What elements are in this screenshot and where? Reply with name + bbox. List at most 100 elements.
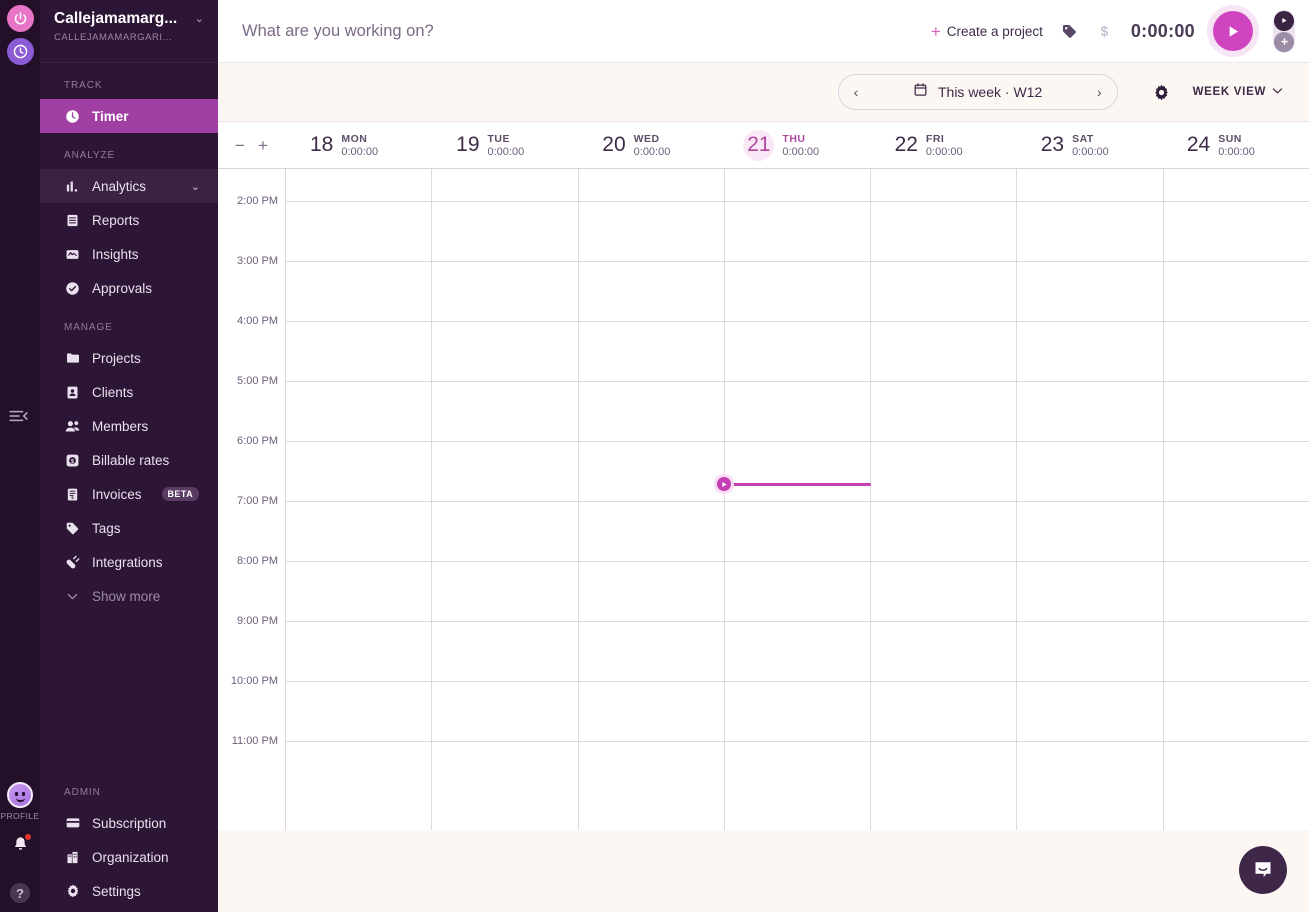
week-navigator: ‹ This week · W12 › <box>837 74 1118 110</box>
timer-bar: + Create a project $ 0:00:00 <box>218 0 1309 63</box>
task-description-input[interactable] <box>242 21 931 41</box>
zoom-out-button[interactable]: − <box>235 137 245 154</box>
calendar-settings-button[interactable] <box>1152 83 1171 102</box>
sidebar-item-projects[interactable]: Projects <box>40 341 218 375</box>
avatar[interactable] <box>7 782 33 808</box>
week-grid[interactable]: 2:00 PM 3:00 PM 4:00 PM 5:00 PM 6:00 PM 7:00 … <box>218 169 1309 830</box>
sidebar-item-organization[interactable]: Organization <box>40 840 218 874</box>
manual-mode-button[interactable] <box>1274 31 1294 52</box>
sidebar: Callejamamarg... ⌄ CALLEJAMAMARGARI... T… <box>40 0 218 912</box>
sidebar-item-timer[interactable]: Timer <box>40 99 218 133</box>
create-project-button[interactable]: + Create a project <box>931 23 1043 40</box>
day-meta: WED 0:00:00 <box>634 133 671 158</box>
view-mode-selector[interactable]: WEEK VIEW <box>1193 86 1283 98</box>
sidebar-item-label: Insights <box>92 246 139 262</box>
date-range-label: This week · W12 <box>937 84 1043 100</box>
sidebar-item-label: Subscription <box>92 815 167 831</box>
chevron-down-icon[interactable]: ⌄ <box>195 13 204 25</box>
clock-icon <box>64 109 81 124</box>
sidebar-item-analytics[interactable]: Analytics ⌄ <box>40 169 218 203</box>
chat-support-button[interactable] <box>1239 846 1287 894</box>
sidebar-item-integrations[interactable]: Integrations <box>40 545 218 579</box>
sidebar-item-settings[interactable]: Settings <box>40 874 218 908</box>
time-label: 4:00 PM <box>237 315 278 327</box>
sidebar-item-clients[interactable]: Clients <box>40 375 218 409</box>
previous-week-button[interactable]: ‹ <box>852 84 861 100</box>
day-column-sat[interactable] <box>1017 169 1164 830</box>
power-icon[interactable] <box>6 5 34 32</box>
day-of-week: MON <box>341 132 368 145</box>
sidebar-item-label: Timer <box>92 108 129 124</box>
day-column-thu[interactable] <box>725 169 872 830</box>
sidebar-item-label: Organization <box>92 849 169 865</box>
sidebar-item-label: Invoices <box>92 486 142 502</box>
sidebar-item-label: Billable rates <box>92 452 170 468</box>
section-label-manage: MANAGE <box>64 322 113 333</box>
next-week-button[interactable]: › <box>1095 84 1104 100</box>
sidebar-item-tags[interactable]: Tags <box>40 511 218 545</box>
plus-icon <box>1280 38 1288 45</box>
day-meta: SAT 0:00:00 <box>1072 133 1109 158</box>
collapse-sidebar-icon[interactable] <box>4 405 34 427</box>
chevron-down-icon[interactable]: ⌄ <box>191 180 200 193</box>
day-header-mon[interactable]: 18 MON 0:00:00 <box>286 130 432 161</box>
sidebar-item-label: Settings <box>92 883 141 899</box>
day-header-fri[interactable]: 22 FRI 0:00:00 <box>871 130 1017 161</box>
day-number: 18 <box>310 133 334 156</box>
day-column-fri[interactable] <box>871 169 1018 830</box>
tag-icon <box>64 521 81 536</box>
sidebar-item-insights[interactable]: Insights <box>40 237 218 271</box>
report-icon <box>64 213 81 228</box>
notification-bell-icon[interactable] <box>11 833 32 859</box>
day-meta: THU 0:00:00 <box>782 133 819 158</box>
day-header-sun[interactable]: 24 SUN 0:00:00 <box>1163 130 1309 161</box>
org-switcher[interactable]: Callejamamarg... ⌄ CALLEJAMAMARGARI... <box>40 0 218 63</box>
sidebar-item-reports[interactable]: Reports <box>40 203 218 237</box>
day-of-week: WED <box>633 132 660 145</box>
invoice-icon: $ <box>64 487 81 502</box>
time-label: 2:00 PM <box>237 195 278 207</box>
time-label: 6:00 PM <box>237 435 278 447</box>
sidebar-item-members[interactable]: Members <box>40 409 218 443</box>
day-header-thu[interactable]: 21 THU 0:00:00 <box>724 129 870 161</box>
clock-icon[interactable] <box>6 38 34 65</box>
sidebar-item-subscription[interactable]: Subscription <box>40 806 218 840</box>
date-range-picker[interactable]: This week · W12 <box>913 82 1042 102</box>
day-of-week: TUE <box>487 132 510 145</box>
time-label: 7:00 PM <box>237 495 278 507</box>
day-column-wed[interactable] <box>579 169 725 830</box>
avatar-smile <box>16 798 25 802</box>
day-of-week: THU <box>782 132 806 145</box>
zoom-in-button[interactable]: + <box>258 137 268 154</box>
day-column-sun[interactable] <box>1164 169 1309 830</box>
sidebar-item-label: Integrations <box>92 554 163 570</box>
day-total: 0:00:00 <box>1072 145 1109 158</box>
gear-icon <box>64 883 81 899</box>
time-label: 11:00 PM <box>231 735 278 747</box>
day-column-tue[interactable] <box>432 169 579 830</box>
sidebar-item-billable-rates[interactable]: $ Billable rates <box>40 443 218 477</box>
org-name: Callejamamarg... <box>54 10 178 27</box>
person-card-icon <box>64 385 81 400</box>
tag-icon[interactable] <box>1061 23 1078 40</box>
timer-mode-button[interactable] <box>1274 10 1294 31</box>
help-icon[interactable]: ? <box>10 883 30 903</box>
sidebar-item-approvals[interactable]: Approvals <box>40 271 218 305</box>
start-timer-button[interactable] <box>1213 11 1253 51</box>
bar-chart-icon <box>64 179 81 194</box>
day-header-sat[interactable]: 23 SAT 0:00:00 <box>1017 130 1163 161</box>
view-mode-label: WEEK VIEW <box>1192 86 1266 98</box>
sidebar-item-invoices[interactable]: $ Invoices BETA <box>40 477 218 511</box>
sidebar-item-show-more[interactable]: Show more <box>40 579 218 613</box>
people-icon <box>64 418 81 435</box>
svg-text:$: $ <box>1101 24 1109 39</box>
current-time-line <box>724 483 871 486</box>
day-column-mon[interactable] <box>286 169 433 830</box>
timer-display: 0:00:00 <box>1130 20 1195 41</box>
dollar-icon[interactable]: $ <box>1096 22 1113 40</box>
timer-mode-switch[interactable] <box>1273 9 1295 53</box>
notification-dot <box>23 833 32 841</box>
day-header-wed[interactable]: 20 WED 0:00:00 <box>578 130 724 161</box>
day-header-tue[interactable]: 19 TUE 0:00:00 <box>432 130 578 161</box>
plus-icon: + <box>930 21 941 41</box>
